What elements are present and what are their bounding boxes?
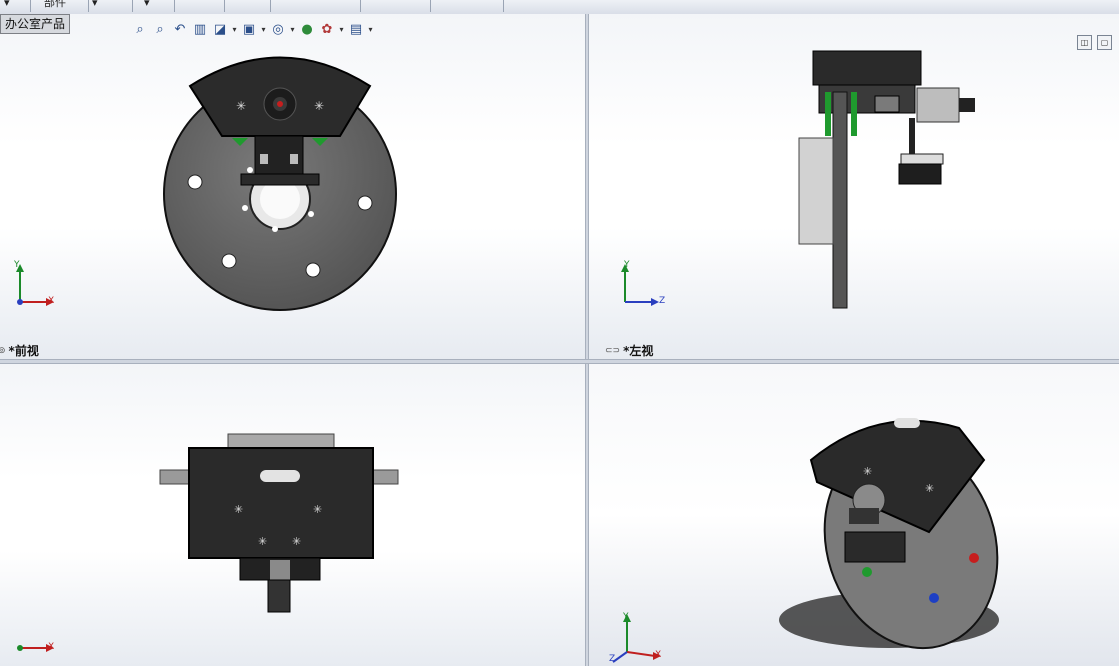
cmd-tab-5[interactable] bbox=[232, 0, 271, 12]
svg-text:✳: ✳ bbox=[925, 482, 934, 495]
tooltip: 办公室产品 bbox=[0, 14, 71, 34]
cmd-tab-0[interactable]: ▾ bbox=[0, 0, 31, 12]
previous-view-icon[interactable]: ↶ bbox=[171, 20, 189, 38]
zoom-to-fit-icon[interactable]: ⌕ bbox=[131, 20, 149, 38]
svg-text:✳: ✳ bbox=[314, 99, 324, 113]
view-link-icon: ⊂⊃ bbox=[605, 345, 621, 356]
heads-up-toolbar: ⌕ ⌕ ↶ ▥ ◪ ▾ ▣ ▾ ◎ ▾ ● ✿ ▾ ▤ ▾ bbox=[131, 18, 374, 40]
viewport-front[interactable]: ✳ ✳ Y X ⊚ *前视 bbox=[0, 14, 585, 359]
axis-triad bbox=[612, 614, 661, 663]
hide-show-icon[interactable]: ◎ bbox=[269, 20, 287, 38]
cmd-tab-6[interactable] bbox=[282, 0, 361, 12]
hole bbox=[357, 195, 373, 211]
axis-y-label: Y bbox=[623, 612, 629, 622]
command-manager-tabs: ▾ 部件 ▾ ▾ bbox=[0, 0, 1119, 15]
view-label-front: ⊚ *前视 bbox=[0, 344, 39, 358]
viewport-top[interactable]: ✳ ✳ ✳ ✳ X bbox=[0, 364, 585, 666]
disk-edge bbox=[832, 91, 848, 309]
edit-appearance-icon[interactable]: ● bbox=[298, 20, 316, 38]
view-link-icon: ⊚ bbox=[0, 345, 6, 356]
axis-y-label: Y bbox=[14, 260, 20, 270]
housing-side bbox=[812, 50, 922, 86]
axis-triad bbox=[621, 264, 659, 306]
svg-text:✳: ✳ bbox=[234, 503, 243, 516]
chevron-down-icon[interactable]: ▾ bbox=[260, 25, 267, 34]
hole bbox=[305, 262, 321, 278]
hole bbox=[221, 253, 237, 269]
cmd-tab-2[interactable]: ▾ bbox=[88, 0, 133, 12]
view-orientation-icon[interactable]: ◪ bbox=[211, 20, 229, 38]
cmd-tab-3[interactable]: ▾ bbox=[140, 0, 175, 12]
svg-text:✳: ✳ bbox=[863, 465, 872, 478]
cmd-tab-parts[interactable]: 部件 bbox=[40, 0, 89, 12]
viewport-isometric[interactable]: ✳ ✳ Y X Z bbox=[589, 364, 1119, 666]
view-label-left: ⊂⊃ *左视 bbox=[605, 344, 654, 358]
chevron-down-icon[interactable]: ▾ bbox=[231, 25, 238, 34]
viewport-left[interactable]: ◫ ▢ Y Z ⊂⊃ *左视 bbox=[589, 14, 1119, 359]
axis-triad bbox=[17, 644, 54, 652]
axis-z-label: Z bbox=[609, 654, 616, 664]
front-view-model: ✳ ✳ bbox=[163, 56, 397, 311]
axis-y-label: Y bbox=[624, 260, 630, 270]
hole bbox=[187, 174, 203, 190]
chevron-down-icon[interactable]: ▾ bbox=[289, 25, 296, 34]
axis-z-label: Z bbox=[659, 296, 666, 306]
axis-x-label: X bbox=[655, 650, 662, 660]
svg-text:✳: ✳ bbox=[258, 535, 267, 548]
axis-x-label: X bbox=[48, 642, 55, 652]
section-view-icon[interactable]: ▥ bbox=[191, 20, 209, 38]
zoom-area-icon[interactable]: ⌕ bbox=[151, 20, 169, 38]
svg-text:✳: ✳ bbox=[236, 99, 246, 113]
cmd-tab-7[interactable] bbox=[372, 0, 431, 12]
maximize-icon[interactable]: ▢ bbox=[1097, 35, 1112, 50]
display-style-icon[interactable]: ▣ bbox=[240, 20, 258, 38]
cmd-tab-8[interactable] bbox=[440, 0, 504, 12]
top-view-model: ✳ ✳ ✳ ✳ bbox=[159, 433, 399, 613]
apply-scene-icon[interactable]: ✿ bbox=[318, 20, 336, 38]
svg-text:✳: ✳ bbox=[313, 503, 322, 516]
svg-text:✳: ✳ bbox=[292, 535, 301, 548]
hub bbox=[798, 137, 834, 245]
housing-top bbox=[188, 447, 374, 559]
split-icon[interactable]: ◫ bbox=[1077, 35, 1092, 50]
chevron-down-icon[interactable]: ▾ bbox=[338, 25, 345, 34]
cmd-tab-4[interactable] bbox=[186, 0, 225, 12]
view-settings-icon[interactable]: ▤ bbox=[347, 20, 365, 38]
chevron-down-icon[interactable]: ▾ bbox=[367, 25, 374, 34]
axis-x-label: X bbox=[48, 296, 55, 306]
